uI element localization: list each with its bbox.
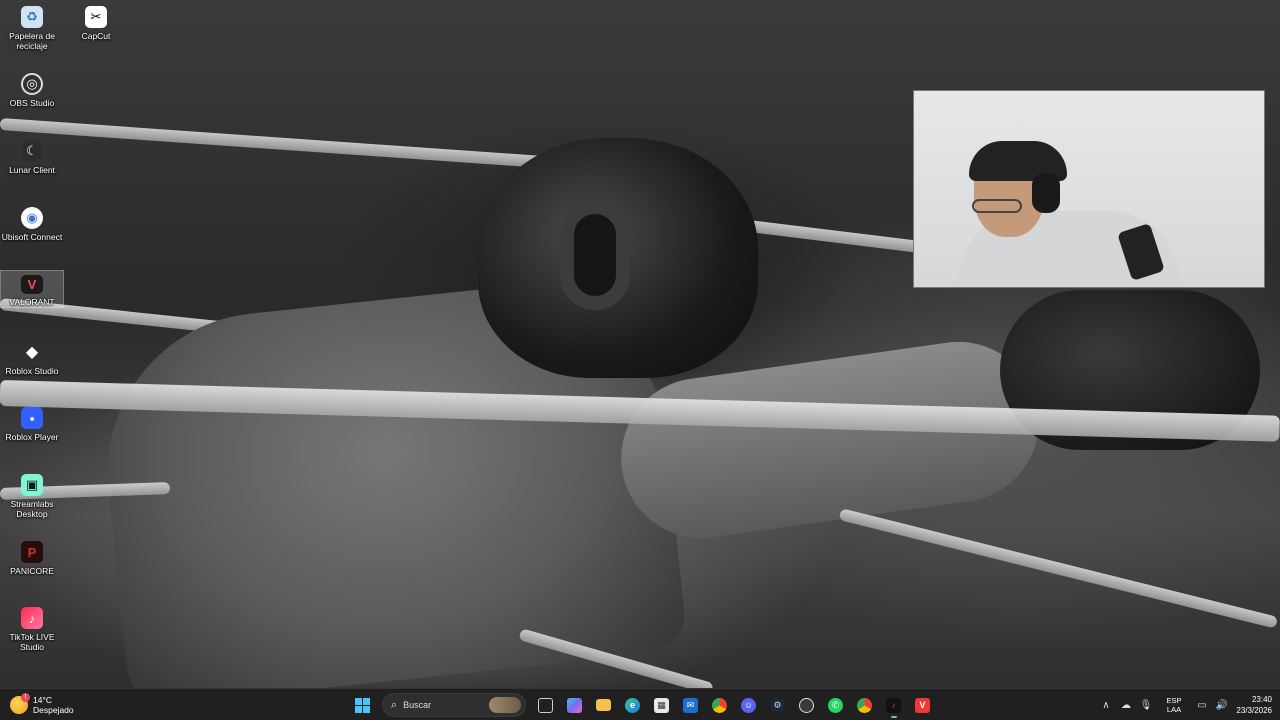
language-indicator[interactable]: ESP LAA	[1160, 696, 1188, 714]
keyboard-layout: LAA	[1166, 705, 1182, 714]
weather-text: 14°C Despejado	[33, 695, 74, 715]
onedrive-cloud-icon[interactable]: ☁	[1116, 692, 1136, 718]
desktop-icon-label: Streamlabs Desktop	[10, 499, 54, 519]
ubisoft-icon: ◉	[21, 207, 43, 229]
desktop-icon-tiktok-live-studio[interactable]: ♪ TikTok LIVE Studio	[0, 603, 64, 652]
system-tray: ∧ ☁ 🎙 ESP LAA ▭ 🔊	[1096, 692, 1232, 718]
desktop-icon-label: Roblox Studio	[5, 366, 59, 376]
desktop-icon-recycle-bin[interactable]: ♻ Papelera de reciclaje	[0, 2, 64, 51]
recycle-bin-icon: ♻	[21, 6, 43, 28]
desktop-icon-capcut[interactable]: ✂ CapCut	[64, 2, 128, 41]
obs-taskbar-button[interactable]	[794, 692, 820, 718]
discord-icon: ☺	[741, 697, 756, 713]
chrome-button[interactable]	[707, 692, 733, 718]
vivaldi-icon: V	[915, 697, 930, 713]
weather-alert-badge: !	[21, 693, 30, 702]
chrome-icon	[857, 697, 872, 713]
language-code: ESP	[1166, 696, 1182, 705]
desktop-icon-label: TikTok LIVE Studio	[9, 632, 55, 652]
taskbar: ! 14°C Despejado ⌕ Buscar e ▦ ✉ ☺ ⚙ ✆ ♪ …	[0, 688, 1280, 720]
tiktok-button[interactable]: ♪	[881, 692, 907, 718]
headset-earcup	[1032, 173, 1060, 213]
desktop-icon-roblox-studio[interactable]: ◆ Roblox Studio	[0, 337, 64, 376]
tiktok-live-studio-icon: ♪	[21, 607, 43, 629]
desktop-icon-panicore[interactable]: P PANICORE	[0, 537, 64, 576]
roblox-studio-icon: ◆	[25, 344, 39, 361]
desktop-icon-label: Lunar Client	[9, 165, 55, 175]
show-hidden-icons-chevron-up-icon[interactable]: ∧	[1096, 692, 1116, 718]
weather-sun-icon: !	[10, 693, 30, 714]
steam-button[interactable]: ⚙	[765, 692, 791, 718]
store-icon: ▦	[654, 697, 669, 713]
webcam-person-glasses	[972, 199, 1022, 213]
desktop-icon-label: CapCut	[81, 31, 111, 41]
chrome-profile-button[interactable]	[852, 692, 878, 718]
ring-rope	[0, 118, 599, 172]
streamlabs-icon: ▣	[21, 474, 43, 496]
capcut-icon: ✂	[85, 6, 107, 28]
copilot-icon	[567, 697, 582, 713]
start-button[interactable]	[350, 692, 376, 718]
desktop-icon-label: Roblox Player	[5, 432, 59, 442]
microphone-icon[interactable]: 🎙	[1136, 692, 1156, 718]
obs-icon	[799, 697, 814, 713]
desktop-icon-ubisoft-connect[interactable]: ◉ Ubisoft Connect	[0, 203, 64, 242]
desktop-icon-label: VALORANT	[9, 297, 55, 307]
desktop-icon-label: Papelera de reciclaje	[9, 31, 55, 51]
edge-button[interactable]: e	[620, 692, 646, 718]
desktop-icon-obs-studio[interactable]: ◎ OBS Studio	[0, 69, 64, 108]
tiktok-icon: ♪	[886, 697, 901, 713]
ring-rope	[838, 508, 1279, 629]
desktop-icon-label: OBS Studio	[9, 98, 55, 108]
valorant-icon: V	[21, 275, 43, 294]
taskbar-search-box[interactable]: ⌕ Buscar	[382, 693, 526, 717]
store-button[interactable]: ▦	[649, 692, 675, 718]
weather-condition: Despejado	[33, 705, 74, 715]
folder-icon	[596, 699, 611, 711]
lunar-client-icon: ☾	[21, 140, 43, 162]
chrome-icon	[712, 697, 727, 713]
steam-icon: ⚙	[770, 697, 785, 713]
desktop-icon-streamlabs-desktop[interactable]: ▣ Streamlabs Desktop	[0, 470, 64, 519]
windows-start-icon	[355, 697, 370, 713]
clock-time: 23:40	[1251, 695, 1272, 704]
vivaldi-button[interactable]: V	[910, 692, 936, 718]
weather-widget[interactable]: ! 14°C Despejado	[10, 692, 74, 718]
mail-button[interactable]: ✉	[678, 692, 704, 718]
mail-icon: ✉	[683, 697, 698, 713]
search-placeholder: Buscar	[403, 700, 432, 710]
network-icon[interactable]: ▭	[1192, 692, 1212, 718]
taskbar-center: ⌕ Buscar e ▦ ✉ ☺ ⚙ ✆ ♪ V	[348, 692, 937, 718]
desktop-icon-label: Ubisoft Connect	[1, 232, 63, 242]
search-icon: ⌕	[391, 698, 398, 711]
whatsapp-button[interactable]: ✆	[823, 692, 849, 718]
panicore-icon: P	[21, 541, 43, 563]
taskbar-clock[interactable]: 23:40 23/3/2026	[1228, 694, 1272, 716]
copilot-button[interactable]	[562, 692, 588, 718]
obs-icon: ◎	[21, 73, 43, 95]
task-view-button[interactable]	[533, 692, 559, 718]
clock-date: 23/3/2026	[1236, 706, 1272, 715]
webcam-preview	[913, 90, 1265, 288]
task-view-icon	[538, 697, 553, 713]
roblox-player-icon: ▪	[21, 407, 43, 429]
edge-icon: e	[625, 697, 640, 713]
search-highlight-image	[489, 697, 521, 713]
desktop-icon-valorant[interactable]: V VALORANT	[0, 270, 64, 308]
desktop-icon-roblox-player[interactable]: ▪ Roblox Player	[0, 403, 64, 442]
desktop-icon-lunar-client[interactable]: ☾ Lunar Client	[0, 136, 64, 175]
desktop-icon-label: PANICORE	[10, 566, 54, 576]
discord-button[interactable]: ☺	[736, 692, 762, 718]
weather-temperature: 14°C	[33, 695, 52, 705]
boxer-headgear-face	[560, 200, 630, 310]
whatsapp-icon: ✆	[828, 697, 843, 713]
file-explorer-button[interactable]	[591, 692, 617, 718]
